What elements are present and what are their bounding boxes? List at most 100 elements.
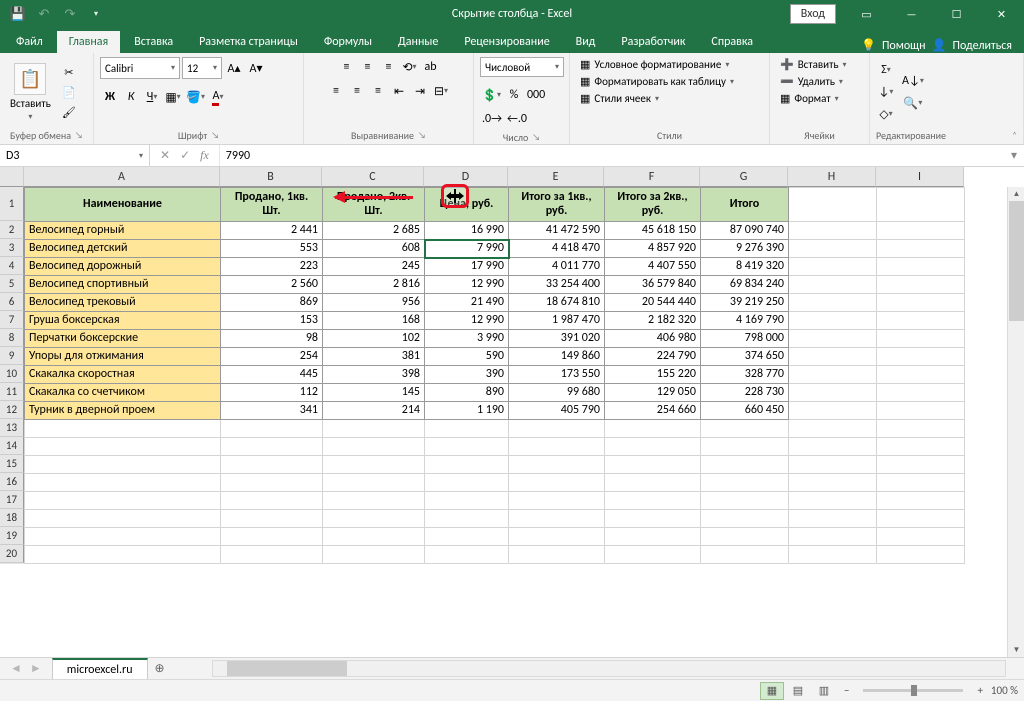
cell[interactable] <box>701 456 789 474</box>
table-header[interactable]: Продано, 1кв. Шт. <box>221 188 323 222</box>
cell[interactable]: 381 <box>323 348 425 366</box>
cell[interactable] <box>509 546 605 564</box>
delete-cells-button[interactable]: ➖Удалить▾ <box>776 74 847 89</box>
cell[interactable] <box>877 276 965 294</box>
row-header-8[interactable]: 8 <box>0 329 24 347</box>
cell[interactable] <box>323 474 425 492</box>
cell[interactable] <box>323 528 425 546</box>
cell[interactable] <box>789 492 877 510</box>
decrease-indent-icon[interactable]: ⇤ <box>389 81 409 101</box>
zoom-in-icon[interactable]: + <box>977 684 982 697</box>
sheet-tab[interactable]: microexcel.ru <box>52 658 148 679</box>
scroll-thumb[interactable] <box>227 661 347 676</box>
align-middle-icon[interactable]: ≡ <box>358 57 378 77</box>
cell[interactable]: 69 834 240 <box>701 276 789 294</box>
cell[interactable]: 890 <box>425 384 509 402</box>
enter-icon[interactable]: ✓ <box>180 148 190 163</box>
increase-indent-icon[interactable]: ⇥ <box>410 81 430 101</box>
cell[interactable] <box>789 330 877 348</box>
cell[interactable]: 149 860 <box>509 348 605 366</box>
normal-view-icon[interactable]: ▦ <box>760 682 784 700</box>
cell[interactable] <box>25 528 221 546</box>
close-icon[interactable]: ✕ <box>979 0 1024 28</box>
scroll-down-icon[interactable]: ▼ <box>1008 643 1024 657</box>
scroll-thumb[interactable] <box>1009 201 1024 321</box>
comma-icon[interactable]: 000 <box>525 85 547 105</box>
maximize-icon[interactable]: ☐ <box>934 0 979 28</box>
table-header[interactable]: Цена, руб. <box>425 188 509 222</box>
cell[interactable] <box>789 510 877 528</box>
cell[interactable] <box>221 438 323 456</box>
cell[interactable] <box>701 420 789 438</box>
cell[interactable]: 608 <box>323 240 425 258</box>
cell[interactable]: 12 990 <box>425 276 509 294</box>
cell[interactable] <box>221 546 323 564</box>
cell[interactable] <box>25 510 221 528</box>
font-color-icon[interactable]: А▾ <box>208 87 228 107</box>
decrease-font-icon[interactable]: A▾ <box>246 58 266 78</box>
cell[interactable] <box>221 420 323 438</box>
cell[interactable] <box>789 528 877 546</box>
cell[interactable]: 145 <box>323 384 425 402</box>
row-header-17[interactable]: 17 <box>0 491 24 509</box>
cell[interactable] <box>425 546 509 564</box>
row-header-20[interactable]: 20 <box>0 545 24 563</box>
decrease-decimal-icon[interactable]: ←.0 <box>505 109 529 129</box>
tab-formulas[interactable]: Формулы <box>312 31 384 53</box>
collapse-ribbon-icon[interactable]: ˄ <box>1012 130 1017 141</box>
tab-file[interactable]: Файл <box>4 31 55 53</box>
cell[interactable] <box>509 438 605 456</box>
row-header-16[interactable]: 16 <box>0 473 24 491</box>
italic-button[interactable]: К <box>121 87 141 107</box>
cell[interactable] <box>789 240 877 258</box>
row-header-2[interactable]: 2 <box>0 221 24 239</box>
cell[interactable] <box>877 438 965 456</box>
cell[interactable]: 406 980 <box>605 330 701 348</box>
cell[interactable]: Велосипед дорожный <box>25 258 221 276</box>
cell[interactable] <box>701 474 789 492</box>
cell[interactable]: 8 419 320 <box>701 258 789 276</box>
row-header-10[interactable]: 10 <box>0 365 24 383</box>
cell[interactable] <box>701 492 789 510</box>
row-header-18[interactable]: 18 <box>0 509 24 527</box>
signin-button[interactable]: Вход <box>790 4 836 24</box>
cell[interactable]: Турник в дверной проем <box>25 402 221 420</box>
cell[interactable]: 7 990 <box>425 240 509 258</box>
cell[interactable]: 4 169 790 <box>701 312 789 330</box>
cell[interactable]: 445 <box>221 366 323 384</box>
row-header-5[interactable]: 5 <box>0 275 24 293</box>
cell[interactable] <box>789 384 877 402</box>
cell[interactable] <box>25 420 221 438</box>
vertical-scrollbar[interactable]: ▲ ▼ <box>1007 187 1024 657</box>
cell[interactable]: 87 090 740 <box>701 222 789 240</box>
number-format-combo[interactable]: Числовой▾ <box>480 57 564 77</box>
cell[interactable] <box>221 474 323 492</box>
redo-icon[interactable]: ↷ <box>58 2 82 26</box>
table-header[interactable]: Итого <box>701 188 789 222</box>
zoom-slider[interactable] <box>863 689 963 692</box>
cell[interactable]: 1 190 <box>425 402 509 420</box>
cell[interactable]: 341 <box>221 402 323 420</box>
cell[interactable] <box>323 438 425 456</box>
cell[interactable]: Груша боксерская <box>25 312 221 330</box>
cell[interactable]: 391 020 <box>509 330 605 348</box>
dialog-launcher-icon[interactable]: ↘ <box>532 132 540 143</box>
cell[interactable] <box>701 510 789 528</box>
cell[interactable] <box>877 546 965 564</box>
column-header-A[interactable]: A <box>24 167 220 187</box>
conditional-formatting-button[interactable]: ▦Условное форматирование▾ <box>576 57 733 72</box>
cell[interactable] <box>509 420 605 438</box>
cell[interactable] <box>789 402 877 420</box>
cell[interactable] <box>323 546 425 564</box>
cell[interactable] <box>605 456 701 474</box>
cell[interactable] <box>221 510 323 528</box>
page-layout-view-icon[interactable]: ▤ <box>786 682 810 700</box>
help-label[interactable]: Помощн <box>882 39 926 53</box>
cell[interactable] <box>605 528 701 546</box>
cell[interactable] <box>877 492 965 510</box>
cell[interactable]: 390 <box>425 366 509 384</box>
merge-icon[interactable]: ⊟▾ <box>431 81 451 101</box>
cell[interactable]: 254 660 <box>605 402 701 420</box>
cell[interactable]: 228 730 <box>701 384 789 402</box>
cell[interactable] <box>789 474 877 492</box>
